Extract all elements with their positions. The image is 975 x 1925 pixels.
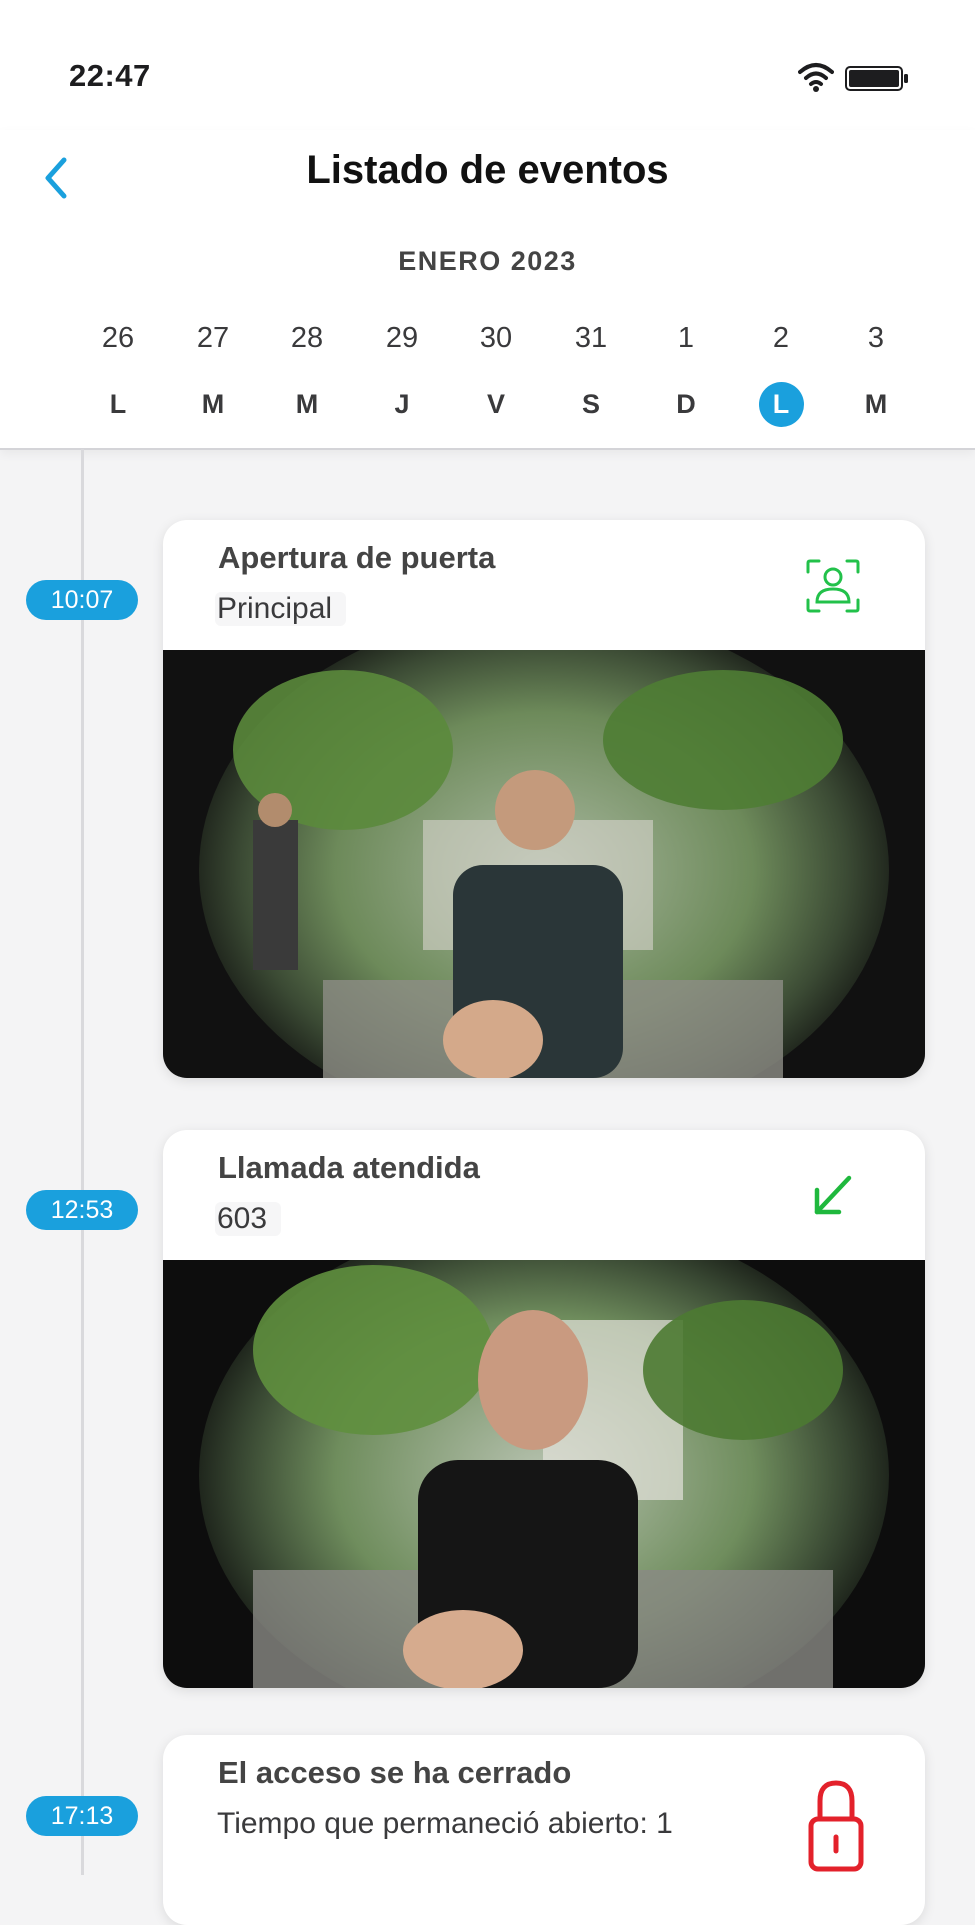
event-title: Llamada atendida [218,1150,480,1185]
event-title: Apertura de puerta [218,540,496,575]
day-letter: V [486,389,505,419]
day-number: 31 [574,322,608,354]
day-2-selected[interactable]: 2 L [741,318,821,427]
camera-snapshot[interactable] [163,650,925,1078]
camera-snapshot[interactable] [163,1260,925,1688]
day-letter: M [295,389,319,419]
day-27[interactable]: 27 M [173,318,253,427]
day-1[interactable]: 1 D [646,318,726,427]
time-badge: 10:07 [26,580,138,620]
time-badge: 12:53 [26,1190,138,1230]
day-number: 1 [677,322,695,354]
status-bar: 22:47 [0,0,975,130]
day-28[interactable]: 28 M [267,318,347,427]
day-letter: L [109,389,127,419]
battery-icon [845,66,908,91]
day-letter: S [581,389,600,419]
month-label: ENERO 2023 [398,246,577,276]
day-number: 28 [290,322,324,354]
day-number: 26 [101,322,135,354]
event-card-door-opening[interactable]: Apertura de puerta Principal [163,520,925,1078]
event-subtitle: 603 [215,1202,282,1236]
day-number: 3 [867,322,885,354]
face-recognition-icon [806,559,860,613]
time-badge: 17:13 [26,1796,138,1836]
timeline-line [81,449,84,1875]
event-subtitle: Principal [215,592,347,626]
event-title: El acceso se ha cerrado [218,1755,572,1790]
day-31[interactable]: 31 S [551,318,631,427]
lock-icon [808,1780,864,1872]
event-card-access-closed[interactable]: El acceso se ha cerrado Tiempo que perma… [163,1735,925,1925]
day-26[interactable]: 26 L [78,318,158,427]
day-number: 29 [385,322,419,354]
day-letter: J [394,389,410,419]
wifi-icon [798,63,834,92]
day-number: 2 [772,322,790,354]
event-subtitle: Tiempo que permaneció abierto: 1 [217,1807,673,1840]
day-letter: D [676,389,696,419]
day-number: 30 [479,322,513,354]
day-number: 27 [196,322,230,354]
day-30[interactable]: 30 V [456,318,536,427]
header: Listado de eventos ENERO 2023 26 L 27 M … [0,130,975,450]
day-letter: M [201,389,225,419]
incoming-call-arrow-icon [814,1175,852,1215]
day-3[interactable]: 3 M [836,318,916,427]
page-title: Listado de eventos [306,148,669,192]
day-29[interactable]: 29 J [362,318,442,427]
day-letter-selected: L [758,382,804,427]
event-card-call-answered[interactable]: Llamada atendida 603 [163,1130,925,1688]
status-time: 22:47 [69,58,151,93]
day-letter: M [864,389,888,419]
